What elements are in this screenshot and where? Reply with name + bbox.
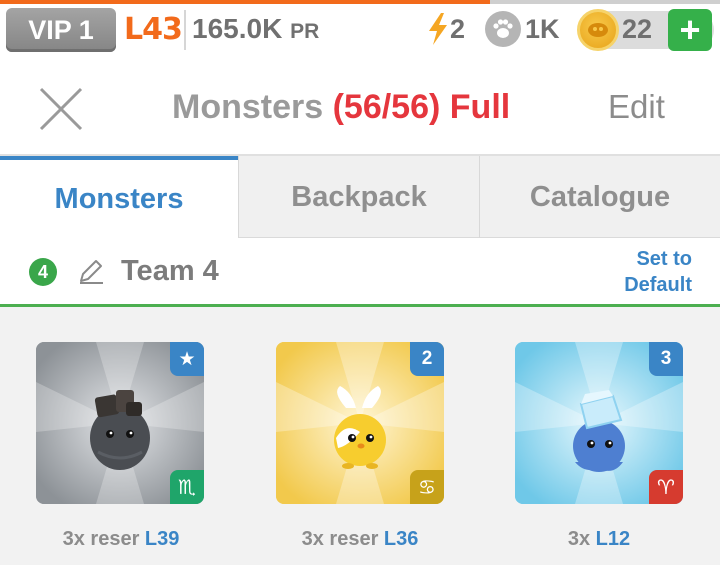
paw-counter[interactable]: 1K	[485, 11, 560, 47]
monster-card[interactable]: ★ ♏	[36, 342, 204, 504]
monster-level: L12	[595, 528, 631, 550]
monster-label: 3x L12	[489, 528, 709, 551]
monster-level: L39	[144, 528, 180, 550]
xp-progress-fill	[0, 0, 490, 4]
edit-button[interactable]: Edit	[608, 88, 665, 126]
coin-value: 22	[622, 14, 653, 44]
lightning-icon	[429, 13, 447, 45]
power-value: 165.0K	[192, 13, 283, 44]
tab-catalogue[interactable]: Catalogue	[480, 156, 720, 238]
pencil-icon[interactable]	[76, 256, 106, 286]
close-icon[interactable]	[38, 86, 84, 132]
page-title: Monsters (56/56) Full	[172, 88, 510, 127]
monster-card[interactable]: 2 ♋	[276, 342, 444, 504]
monster-label-prefix: 3x reser	[301, 528, 384, 550]
monster-card[interactable]: 3 ♈	[515, 342, 683, 504]
page-header: Monsters (56/56) Full Edit	[0, 60, 720, 156]
energy-value: 2	[450, 13, 466, 44]
monster-count: (56/56)	[332, 88, 441, 126]
player-level: L43	[124, 12, 183, 47]
monster-label-prefix: 3x reser	[62, 528, 145, 550]
tab-backpack[interactable]: Backpack	[239, 156, 479, 238]
paw-value: 1K	[525, 13, 560, 44]
set-default-line1: Set to	[636, 248, 692, 270]
status-divider	[184, 10, 186, 50]
tab-monsters[interactable]: Monsters	[0, 156, 238, 239]
team-slot-badge: 3	[649, 342, 683, 376]
vip-badge[interactable]: VIP 1	[6, 8, 116, 52]
monster-label: 3x reser L39	[11, 528, 231, 551]
energy-counter[interactable]: 2	[426, 12, 465, 46]
power-rating: 165.0K PR	[192, 13, 319, 45]
favorite-star-badge: ★	[170, 342, 204, 376]
paw-icon	[485, 11, 521, 47]
set-to-default-button[interactable]: Set to Default	[624, 246, 692, 298]
tab-bar: Monsters Backpack Catalogue	[0, 156, 720, 239]
zodiac-cancer-icon: ♋	[410, 470, 444, 504]
power-unit: PR	[290, 20, 320, 43]
team-number-badge: 4	[29, 258, 57, 286]
team-row: 4 Team 4 Set to Default	[0, 238, 720, 306]
coin-icon	[577, 9, 619, 51]
xp-progress-track	[490, 0, 720, 4]
monster-level: L36	[383, 528, 419, 550]
team-slot-badge: 2	[410, 342, 444, 376]
set-default-line2: Default	[624, 274, 692, 296]
monster-label: 3x reser L36	[250, 528, 470, 551]
monster-grid: ★ ♏ 3x reser L39 2 ♋ 3x reser L36 3 ♈ 3x…	[0, 307, 720, 565]
full-label: Full	[449, 88, 511, 126]
zodiac-scorpio-icon: ♏	[170, 470, 204, 504]
team-name[interactable]: Team 4	[121, 255, 219, 288]
monster-label-prefix: 3x	[567, 528, 596, 550]
add-coins-button[interactable]: +	[668, 9, 712, 51]
zodiac-aries-icon: ♈	[649, 470, 683, 504]
page-title-text: Monsters	[172, 88, 324, 126]
status-bar: VIP 1 L43 165.0K PR 2 1K 22 +	[0, 0, 720, 60]
